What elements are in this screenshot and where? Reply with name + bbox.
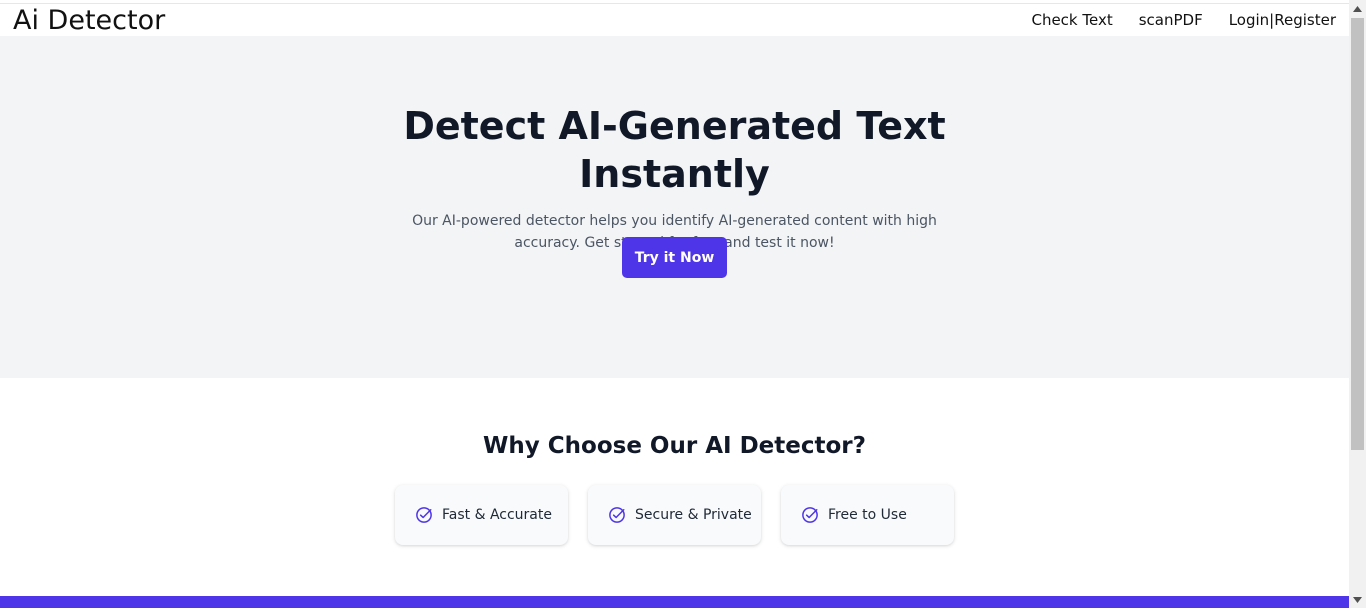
nav-scan-pdf-link[interactable]: scanPDF bbox=[1139, 10, 1203, 30]
feature-card-free-to-use: Free to Use bbox=[781, 485, 954, 545]
page: Ai Detector Check Text scanPDF Login | R… bbox=[0, 0, 1366, 608]
check-circle-icon bbox=[416, 507, 432, 523]
feature-label: Secure & Private bbox=[635, 507, 752, 523]
hero-section: Detect AI-Generated Text Instantly Our A… bbox=[0, 36, 1349, 378]
features-title: Why Choose Our AI Detector? bbox=[483, 433, 866, 459]
nav-check-text-link[interactable]: Check Text bbox=[1031, 10, 1112, 30]
try-it-now-button[interactable]: Try it Now bbox=[622, 237, 727, 278]
check-circle-icon bbox=[609, 507, 625, 523]
feature-label: Free to Use bbox=[828, 507, 907, 523]
navbar: Ai Detector Check Text scanPDF Login | R… bbox=[0, 4, 1349, 36]
feature-card-secure-private: Secure & Private bbox=[588, 485, 761, 545]
vertical-scrollbar[interactable] bbox=[1349, 0, 1366, 608]
nav-register-link[interactable]: Register bbox=[1274, 10, 1336, 30]
feature-label: Fast & Accurate bbox=[442, 507, 552, 523]
scrollbar-thumb[interactable] bbox=[1351, 18, 1364, 450]
nav-login-link[interactable]: Login bbox=[1229, 10, 1269, 30]
nav-auth-links: Login | Register bbox=[1229, 10, 1336, 30]
nav-links: Check Text scanPDF Login | Register bbox=[1031, 10, 1336, 30]
hero-title: Detect AI-Generated Text Instantly bbox=[403, 104, 946, 196]
footer-band bbox=[0, 596, 1349, 608]
scroll-down-arrow-icon[interactable] bbox=[1349, 591, 1366, 608]
check-circle-icon bbox=[802, 507, 818, 523]
brand-logo[interactable]: Ai Detector bbox=[13, 5, 165, 37]
scroll-up-arrow-icon[interactable] bbox=[1349, 0, 1366, 17]
feature-card-fast-accurate: Fast & Accurate bbox=[395, 485, 568, 545]
